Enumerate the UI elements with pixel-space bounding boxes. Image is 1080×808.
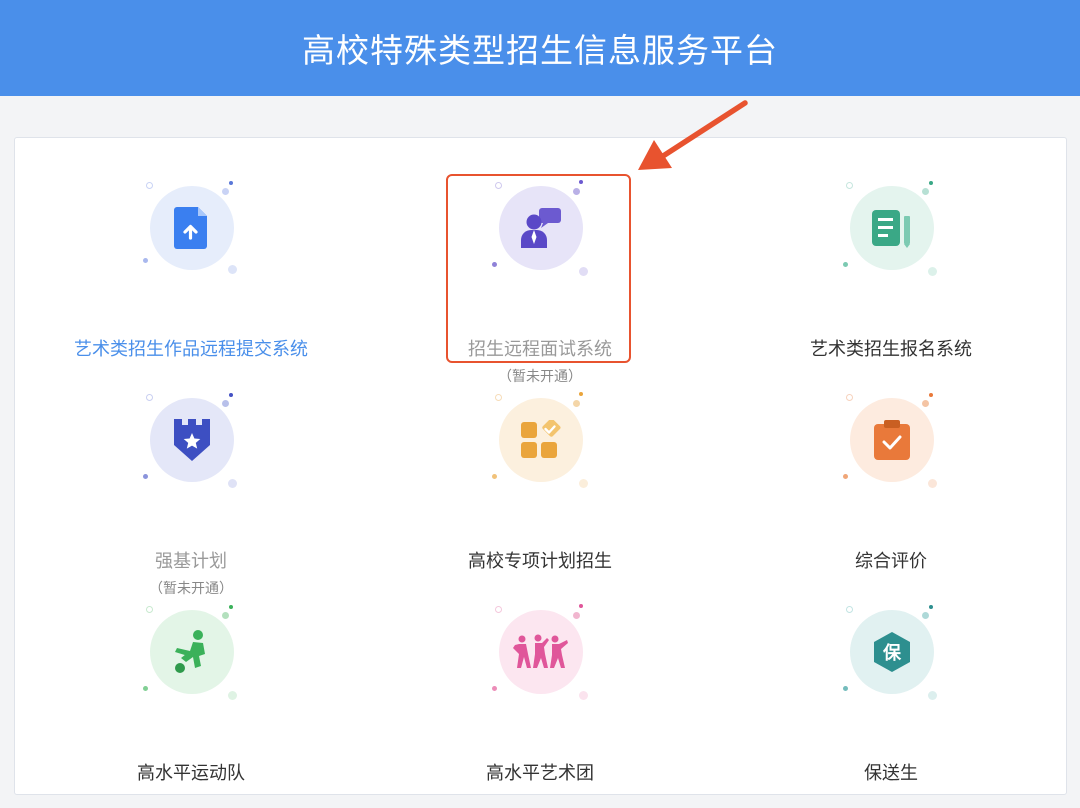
decor-dot [922, 612, 929, 619]
decor-dot [143, 258, 148, 263]
tile-label: 高水平运动队 [137, 763, 245, 784]
decor-dot [143, 686, 148, 691]
decor-dot [922, 400, 929, 407]
decor-dot [222, 400, 229, 407]
tile-high-level-sports[interactable]: 高水平运动队 [41, 600, 341, 800]
decor-dot [843, 474, 848, 479]
icon-circle [499, 610, 583, 694]
pointer-arrow-icon [638, 100, 748, 170]
tile-high-level-art-troupe[interactable]: 高水平艺术团 [390, 600, 690, 800]
icon-circle [150, 186, 234, 270]
apps-grid-icon [521, 420, 561, 458]
document-edit-icon [872, 210, 910, 248]
tile-status: （暂未开通） [149, 581, 233, 597]
tile-status: （暂未开通） [498, 369, 582, 385]
decor-dot [843, 686, 848, 691]
tile-art-registration[interactable]: 艺术类招生报名系统 [741, 176, 1041, 376]
decor-dot [579, 691, 588, 700]
page-title: 高校特殊类型招生信息服务平台 [302, 31, 778, 70]
shield-star-icon [174, 419, 210, 461]
decor-dot [492, 474, 497, 479]
decor-dot [843, 262, 848, 267]
decor-dot [222, 612, 229, 619]
soccer-player-icon [175, 630, 205, 673]
tile-label: 强基计划 [155, 551, 227, 572]
tile-art-works-submission[interactable]: 艺术类招生作品远程提交系统 [41, 176, 341, 376]
decor-dot [495, 394, 502, 401]
decor-dot [229, 181, 233, 185]
decor-dot [573, 612, 580, 619]
icon-circle [850, 398, 934, 482]
tile-label: 保送生 [864, 763, 918, 784]
dancers-icon [513, 634, 568, 668]
tile-label: 艺术类招生作品远程提交系统 [74, 339, 308, 360]
decor-dot [929, 181, 933, 185]
decor-dot [928, 479, 937, 488]
icon-circle [150, 398, 234, 482]
decor-dot [492, 686, 497, 691]
tile-label: 艺术类招生报名系统 [810, 339, 972, 360]
page-header: 高校特殊类型招生信息服务平台 [0, 0, 1080, 96]
decor-dot [846, 606, 853, 613]
decor-dot [146, 394, 153, 401]
tile-label: 高校专项计划招生 [468, 551, 612, 572]
decor-dot [929, 393, 933, 397]
tile-label: 高水平艺术团 [486, 763, 594, 784]
decor-dot [573, 400, 580, 407]
hexagon-bao-text: 保 [882, 642, 902, 664]
tile-label: 综合评价 [855, 551, 927, 572]
decor-dot [579, 479, 588, 488]
decor-dot [222, 188, 229, 195]
decor-dot [228, 479, 237, 488]
icon-circle [499, 398, 583, 482]
decor-dot [146, 606, 153, 613]
tile-recommended-admission[interactable]: 保 保送生 [741, 600, 1041, 800]
decor-dot [929, 605, 933, 609]
decor-dot [229, 393, 233, 397]
tile-comprehensive-evaluation[interactable]: 综合评价 [741, 388, 1041, 588]
decor-dot [928, 691, 937, 700]
tile-special-program[interactable]: 高校专项计划招生 [390, 388, 690, 588]
decor-dot [229, 605, 233, 609]
icon-circle [150, 610, 234, 694]
decor-dot [579, 392, 583, 396]
decor-dot [228, 265, 237, 274]
hexagon-bao-icon: 保 [874, 632, 910, 672]
decor-dot [846, 182, 853, 189]
tile-strong-foundation[interactable]: 强基计划 （暂未开通） [41, 388, 341, 597]
icon-circle: 保 [850, 610, 934, 694]
decor-dot [228, 691, 237, 700]
decor-dot [928, 267, 937, 276]
decor-dot [495, 606, 502, 613]
decor-dot [143, 474, 148, 479]
upload-file-icon [174, 207, 207, 249]
decor-dot [846, 394, 853, 401]
clipboard-check-icon [874, 420, 910, 460]
highlight-box [446, 174, 631, 363]
decor-dot [579, 604, 583, 608]
decor-dot [146, 182, 153, 189]
decor-dot [922, 188, 929, 195]
icon-circle [850, 186, 934, 270]
